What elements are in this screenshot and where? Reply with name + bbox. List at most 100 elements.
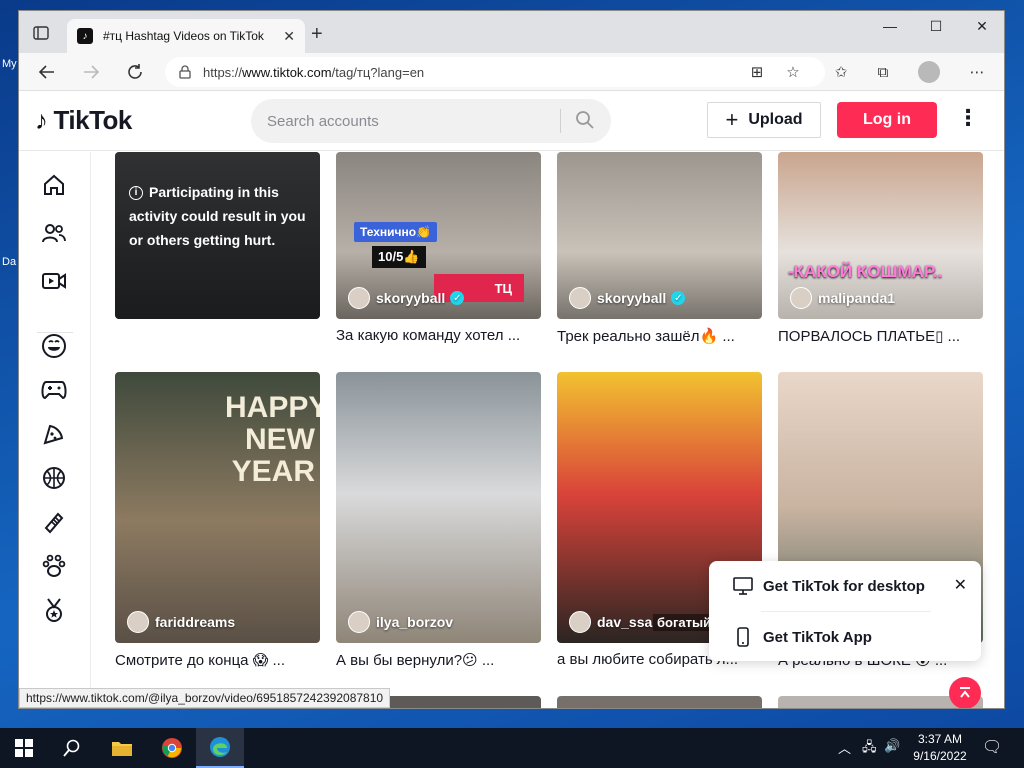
video-thumbnail[interactable]: skoryyball ✓	[557, 152, 762, 319]
author-name: ilya_borzov	[376, 614, 454, 630]
arrow-up-icon	[960, 687, 970, 698]
close-window-button[interactable]: ✕	[959, 11, 1004, 41]
new-tab-button[interactable]: +	[311, 23, 323, 46]
scroll-to-top-button[interactable]	[949, 677, 981, 708]
minimize-button[interactable]: —	[867, 11, 913, 41]
video-caption[interactable]: Смотрите до конца 😱 ...	[115, 651, 320, 669]
tiktok-logo-text: TikTok	[53, 105, 133, 135]
apps-icon[interactable]: ⊞	[745, 61, 769, 83]
file-explorer-button[interactable]	[98, 728, 146, 768]
tab-close-icon[interactable]: ✕	[283, 28, 295, 45]
gaming-icon[interactable]	[37, 373, 71, 407]
author-avatar	[569, 287, 591, 309]
comedy-icon[interactable]	[37, 329, 71, 363]
plus-icon: +	[725, 107, 739, 132]
video-card[interactable]: -КАКОЙ КОШМАР.. malipanda1 ПОРВАЛОСЬ ПЛА…	[778, 152, 983, 345]
popup-close-icon[interactable]: ✕	[954, 575, 967, 595]
more-options-icon[interactable]: ⋮	[957, 105, 979, 131]
system-clock[interactable]: 3:37 AM 9/16/2022	[908, 731, 972, 765]
sports-icon[interactable]	[37, 461, 71, 495]
video-thumbnail[interactable]: ilya_borzov	[336, 372, 541, 643]
video-caption[interactable]: ПОРВАЛОСЬ ПЛАТЬЕ▯ ...	[778, 327, 983, 345]
refresh-icon	[128, 64, 142, 79]
beauty-icon[interactable]	[37, 505, 71, 539]
author-avatar	[569, 611, 591, 633]
url-field[interactable]: https://www.tiktok.com/tag/тц?lang=en	[165, 57, 825, 87]
taskbar-search-button[interactable]	[48, 728, 96, 768]
refresh-button[interactable]	[121, 60, 149, 84]
login-button[interactable]: Log in	[837, 102, 937, 138]
network-icon[interactable]: 🖧	[862, 738, 877, 760]
video-card[interactable]: Технично👏 10/5👍 ТЦ skoryyball ✓ За какую …	[336, 152, 541, 344]
achievement-icon[interactable]	[37, 593, 71, 627]
tiktok-favicon-icon: ♪	[77, 28, 93, 44]
video-thumbnail[interactable]: HAPPY NEW YEAR fariddreams	[115, 372, 320, 643]
video-thumbnail[interactable]: i Participating in this activity could re…	[115, 152, 320, 319]
video-caption[interactable]: А вы бы вернули?😕 ...	[336, 651, 541, 669]
video-overlay-text: HAPPY NEW YEAR	[225, 391, 320, 488]
search-input[interactable]: Search accounts	[251, 99, 611, 143]
author-avatar	[127, 611, 149, 633]
chrome-icon	[162, 738, 182, 758]
video-overlay-text: -КАКОЙ КОШМАР..	[788, 262, 943, 281]
tiktok-logo[interactable]: ♪ TikTok	[35, 105, 132, 136]
video-author[interactable]: ilya_borzov	[348, 611, 453, 633]
browser-menu-icon[interactable]: ⋯	[965, 61, 989, 83]
verified-badge-icon: ✓	[671, 291, 686, 305]
volume-icon[interactable]: 🔊	[884, 738, 900, 754]
maximize-button[interactable]: ☐	[913, 11, 959, 41]
tiktok-page: ♪ TikTok Search accounts + Upload Log in…	[19, 91, 1004, 708]
video-caption[interactable]: Трек реально зашёл🔥 ...	[557, 327, 762, 345]
home-icon[interactable]	[37, 168, 71, 202]
address-toolbar: https://www.tiktok.com/tag/тц?lang=en ⊞ …	[19, 53, 1004, 91]
video-author[interactable]: malipanda1	[790, 287, 895, 309]
get-desktop-link[interactable]: Get TikTok for desktop	[733, 577, 925, 595]
verified-badge-icon: ✓	[450, 291, 465, 305]
url-path: /tag/тц?lang=en	[331, 64, 425, 80]
video-thumbnail[interactable]: -КАКОЙ КОШМАР.. malipanda1	[778, 152, 983, 319]
sidebar	[19, 152, 91, 708]
upload-button[interactable]: + Upload	[707, 102, 821, 138]
video-author[interactable]: skoryyball ✓	[348, 287, 465, 309]
food-icon[interactable]	[37, 417, 71, 451]
tab-actions-button[interactable]	[27, 21, 55, 45]
video-card[interactable]: i Participating in this activity could re…	[115, 152, 320, 319]
video-card[interactable]: ilya_borzov А вы бы вернули?😕 ...	[336, 372, 541, 669]
author-avatar	[790, 287, 812, 309]
browser-window: ♪ #тц Hashtag Videos on TikTok ✕ + — ☐ ✕…	[18, 10, 1005, 709]
get-desktop-label: Get TikTok for desktop	[763, 577, 925, 595]
video-card[interactable]: skoryyball ✓ Трек реально зашёл🔥 ...	[557, 152, 762, 345]
video-thumbnail[interactable]	[557, 696, 762, 708]
video-author[interactable]: dav_ssa	[569, 611, 652, 633]
profile-button[interactable]	[917, 61, 941, 83]
edge-icon	[210, 737, 230, 757]
search-icon[interactable]	[575, 110, 595, 130]
add-favorite-icon[interactable]: ☆	[781, 61, 805, 83]
tray-chevron-icon[interactable]: ︿	[838, 738, 851, 757]
forward-button[interactable]	[77, 60, 105, 84]
favorites-icon[interactable]: ✩	[829, 61, 853, 83]
chrome-button[interactable]	[148, 728, 196, 768]
edge-button[interactable]	[196, 728, 244, 768]
author-avatar	[348, 611, 370, 633]
back-button[interactable]	[33, 60, 61, 84]
warning-text: Participating in this activity could res…	[129, 184, 306, 248]
notifications-icon[interactable]: 🗨	[982, 737, 1002, 757]
start-button[interactable]	[0, 728, 48, 768]
link-status-bar: https://www.tiktok.com/@ilya_borzov/vide…	[19, 688, 391, 708]
video-caption[interactable]: За какую команду хотел ...	[336, 327, 541, 344]
desktop-label: Da	[2, 256, 17, 268]
animals-icon[interactable]	[37, 549, 71, 583]
video-thumbnail[interactable]: Технично👏 10/5👍 ТЦ skoryyball ✓	[336, 152, 541, 319]
clock-time: 3:37 AM	[917, 732, 963, 746]
collections-icon[interactable]: ⧉	[871, 61, 895, 83]
video-author[interactable]: fariddreams	[127, 611, 235, 633]
video-card[interactable]	[557, 696, 762, 708]
video-author[interactable]: skoryyball ✓	[569, 287, 686, 309]
desktop-label: My	[2, 58, 17, 70]
live-icon[interactable]	[37, 264, 71, 298]
get-app-link[interactable]: Get TikTok App	[733, 627, 872, 647]
following-icon[interactable]	[37, 216, 71, 250]
video-card[interactable]: HAPPY NEW YEAR fariddreams Смотрите до к…	[115, 372, 320, 669]
browser-tab[interactable]: ♪ #тц Hashtag Videos on TikTok ✕	[67, 19, 305, 53]
